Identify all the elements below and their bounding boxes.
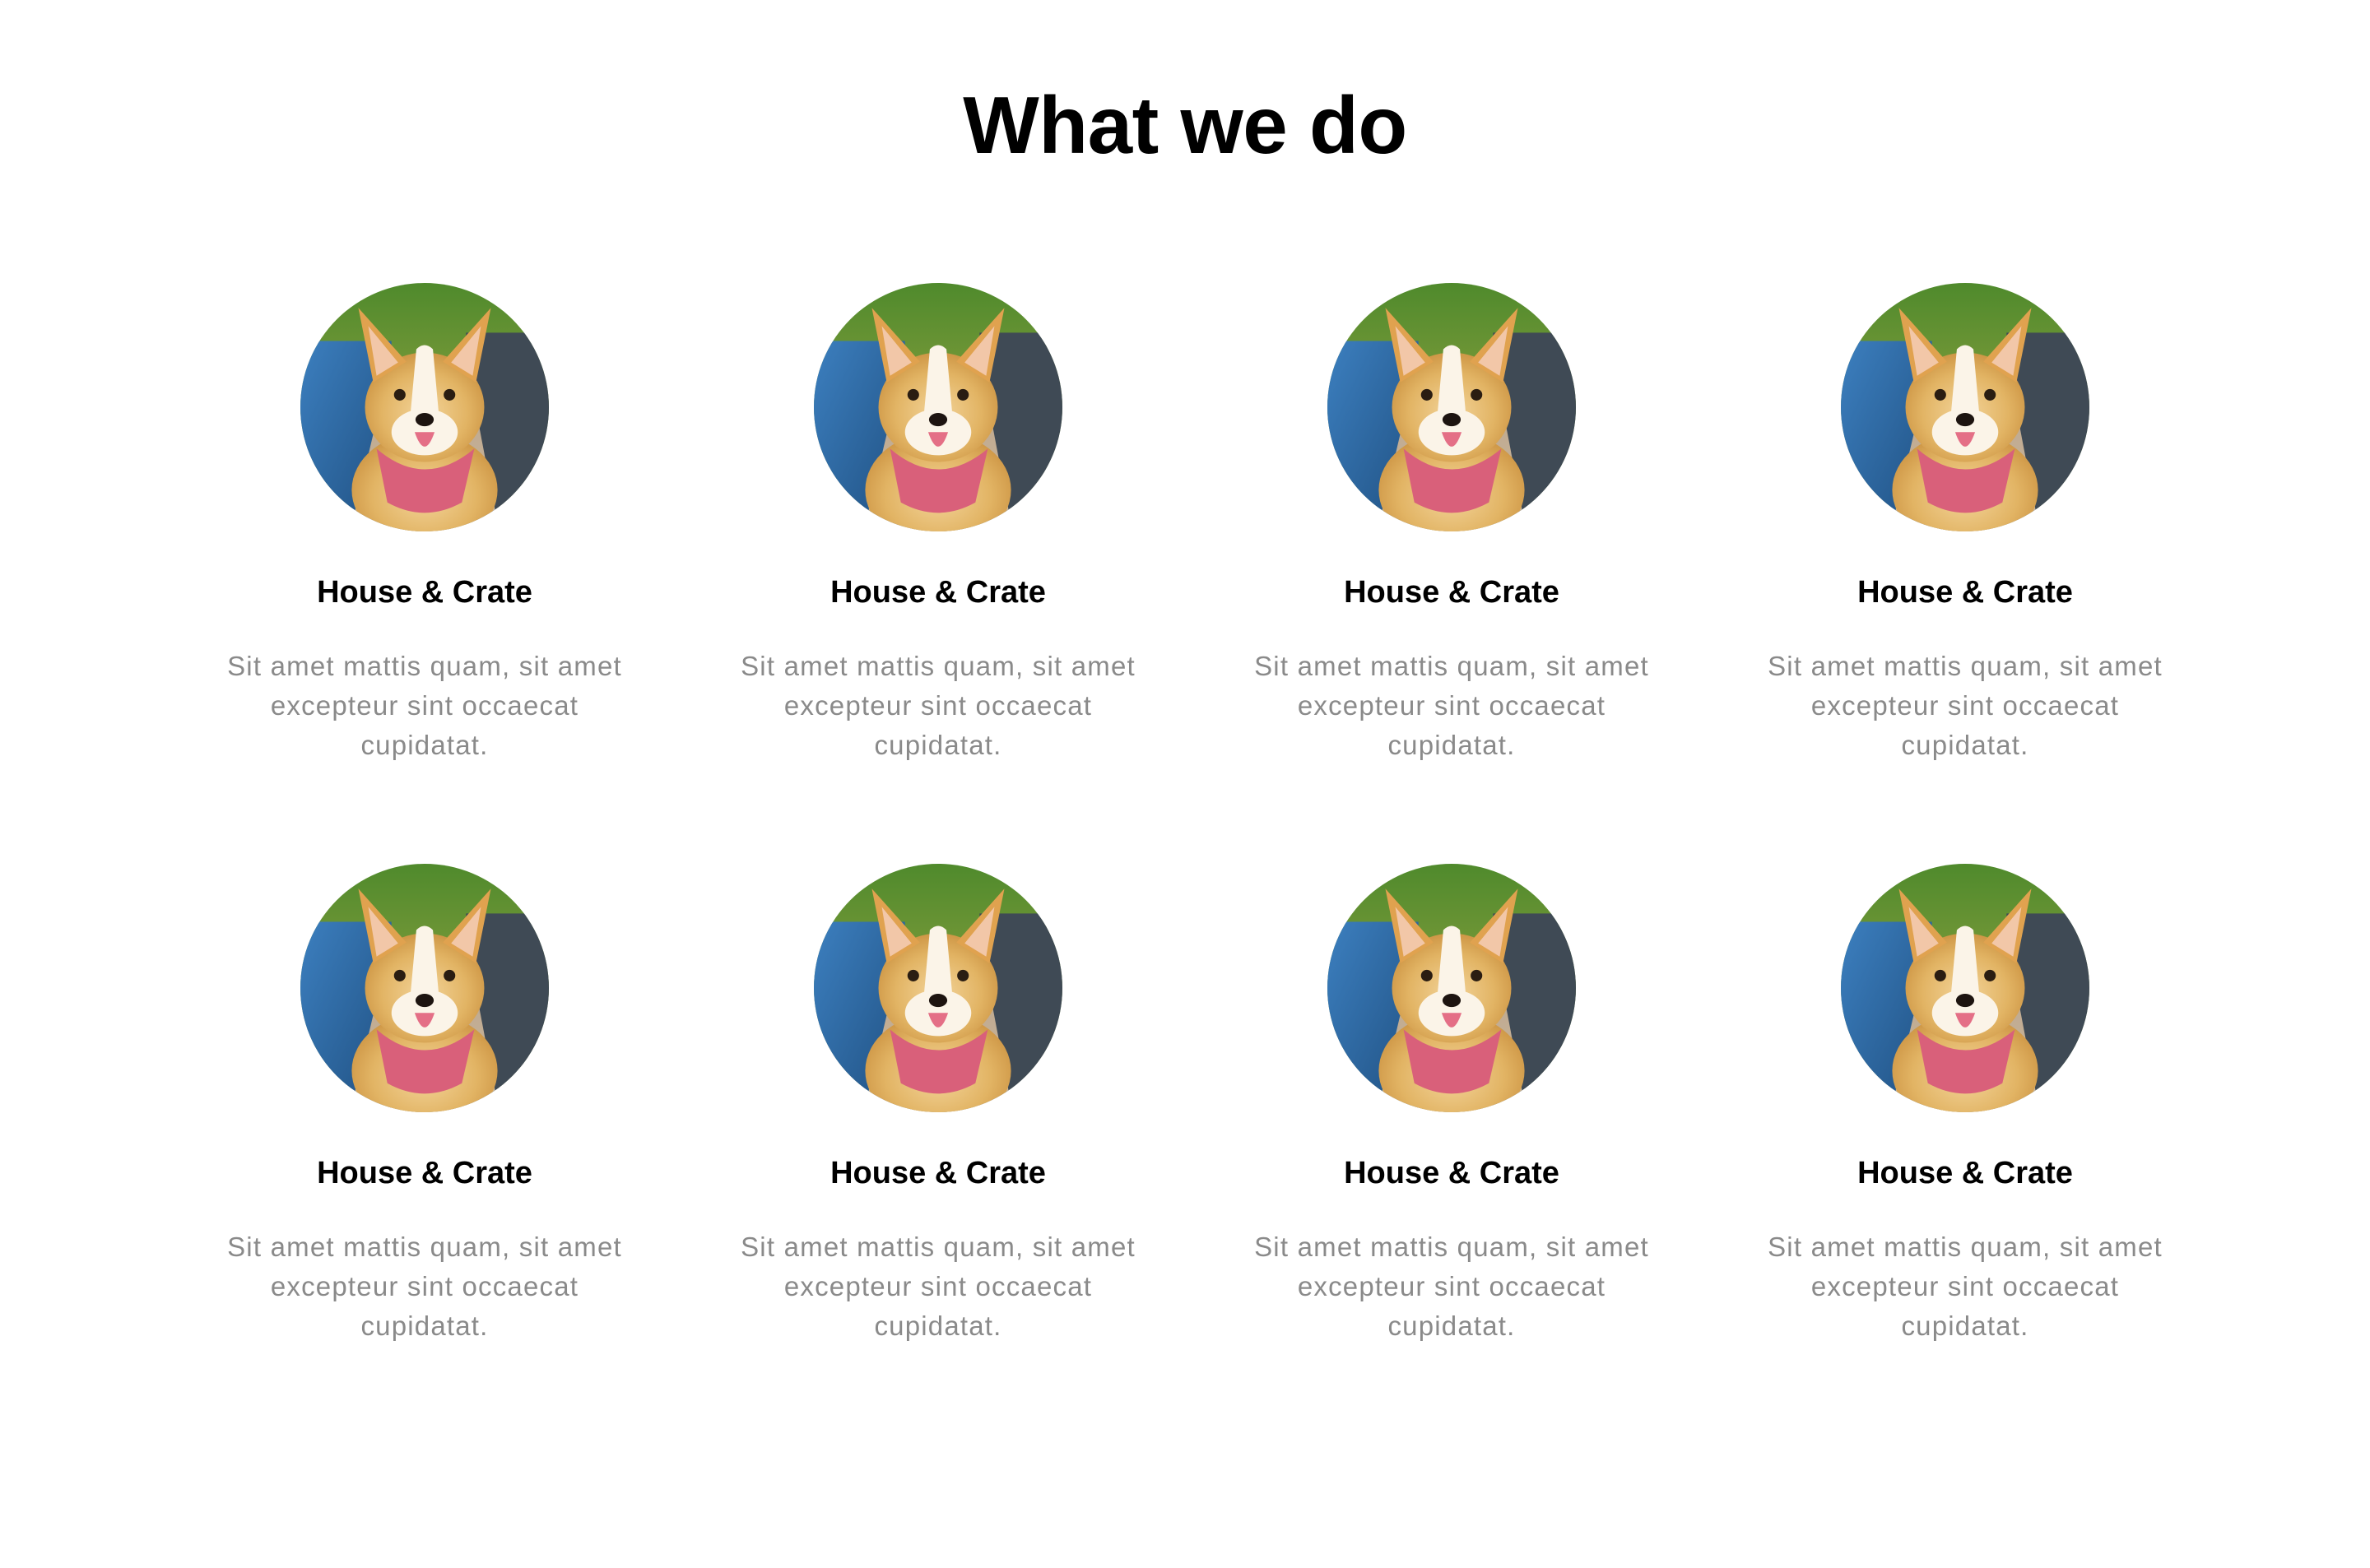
corgi-photo [1841,864,2089,1112]
service-card-title: House & Crate [317,575,532,610]
services-grid: House & Crate Sit amet mattis quam, sit … [168,283,2222,1445]
corgi-photo [814,283,1062,531]
service-card-title: House & Crate [317,1156,532,1190]
service-card: House & Crate Sit amet mattis quam, sit … [1708,283,2222,864]
service-card-description: Sit amet mattis quam, sit amet excepteur… [227,651,622,760]
service-card: House & Crate Sit amet mattis quam, sit … [1708,864,2222,1445]
service-card-description: Sit amet mattis quam, sit amet excepteur… [741,651,1136,760]
service-card: House & Crate Sit amet mattis quam, sit … [1195,864,1708,1445]
service-card-description: Sit amet mattis quam, sit amet excepteur… [1768,1232,2163,1341]
service-card-description: Sit amet mattis quam, sit amet excepteur… [1254,1232,1649,1341]
section-title: What we do [963,80,1407,170]
service-card-title: House & Crate [1857,1156,2073,1190]
corgi-photo [814,864,1062,1112]
service-card: House & Crate Sit amet mattis quam, sit … [168,283,681,864]
corgi-photo [1327,283,1576,531]
corgi-photo [1327,864,1576,1112]
service-card-title: House & Crate [1344,1156,1559,1190]
service-card-description: Sit amet mattis quam, sit amet excepteur… [1254,651,1649,760]
service-card-description: Sit amet mattis quam, sit amet excepteur… [741,1232,1136,1341]
service-card-title: House & Crate [830,575,1046,610]
service-card: House & Crate Sit amet mattis quam, sit … [1195,283,1708,864]
service-card: House & Crate Sit amet mattis quam, sit … [681,864,1195,1445]
corgi-photo [1841,283,2089,531]
service-card-description: Sit amet mattis quam, sit amet excepteur… [1768,651,2163,760]
service-card: House & Crate Sit amet mattis quam, sit … [681,283,1195,864]
corgi-photo [300,283,549,531]
service-card-title: House & Crate [830,1156,1046,1190]
service-card-title: House & Crate [1857,575,2073,610]
service-card-title: House & Crate [1344,575,1559,610]
service-card-description: Sit amet mattis quam, sit amet excepteur… [227,1232,622,1341]
corgi-photo [300,864,549,1112]
service-card: House & Crate Sit amet mattis quam, sit … [168,864,681,1445]
